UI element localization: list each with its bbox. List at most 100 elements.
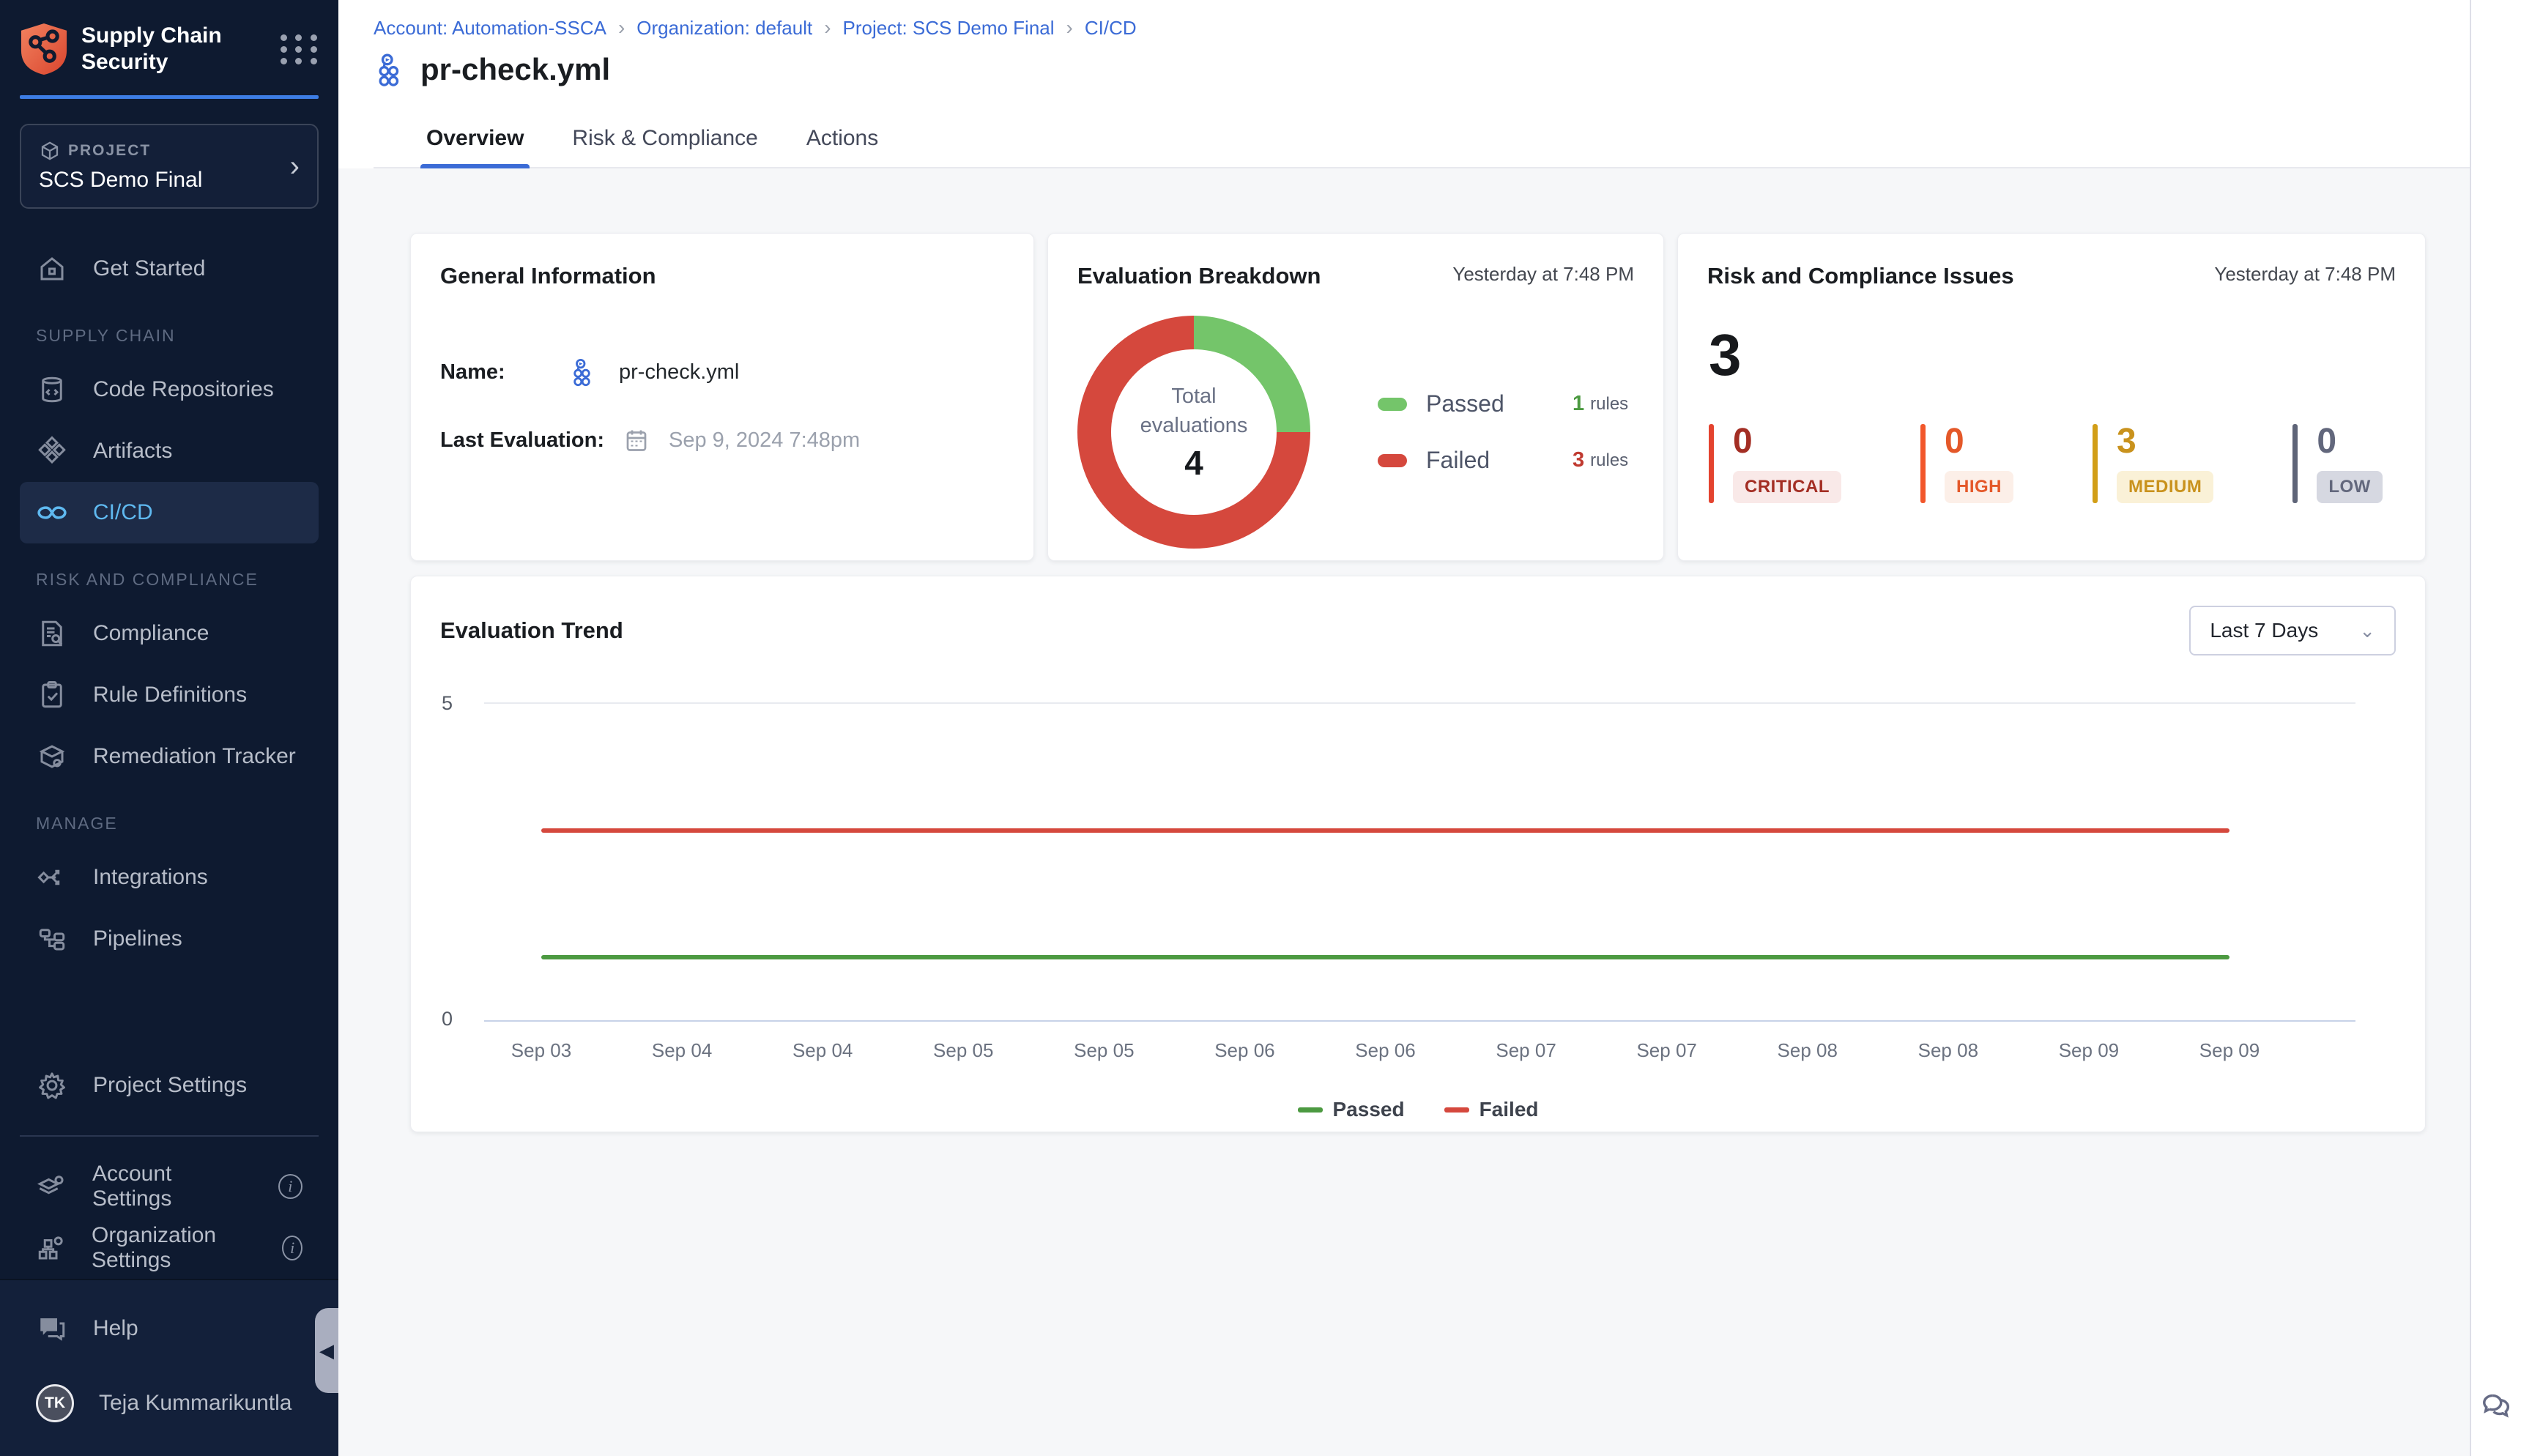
sidebar-item-help[interactable]: ? Help bbox=[20, 1298, 319, 1359]
sidebar-item-label: CI/CD bbox=[93, 500, 153, 525]
app-title: Supply Chain Security bbox=[81, 23, 279, 75]
x-axis-tick: Sep 07 bbox=[1636, 1039, 1696, 1062]
sidebar-collapse-handle[interactable]: ◀ bbox=[315, 1308, 338, 1393]
legend-unit: rules bbox=[1590, 450, 1628, 471]
breadcrumb-account[interactable]: Account: Automation-SSCA bbox=[374, 17, 606, 40]
name-value: pr-check.yml bbox=[619, 360, 739, 385]
chevron-down-icon: ⌄ bbox=[2359, 620, 2375, 642]
overview-content: General Information Name: pr-check.yml bbox=[338, 168, 2470, 1132]
sidebar-divider bbox=[20, 1135, 319, 1137]
support-chat-icon[interactable] bbox=[2480, 1389, 2514, 1422]
card-title: Evaluation Trend bbox=[440, 617, 623, 644]
sidebar-item-rule-definitions[interactable]: Rule Definitions bbox=[20, 664, 319, 726]
sidebar-item-compliance[interactable]: Compliance bbox=[20, 603, 319, 664]
failed-trend-line bbox=[541, 828, 2229, 833]
sidebar-item-account-settings[interactable]: Account Settings i bbox=[20, 1156, 319, 1217]
y-axis-tick: 0 bbox=[442, 1008, 453, 1030]
sidebar-item-user[interactable]: TK Teja Kummarikuntla bbox=[20, 1373, 319, 1434]
infinity-icon bbox=[36, 502, 68, 524]
x-axis-tick: Sep 09 bbox=[2059, 1039, 2119, 1062]
info-icon[interactable]: i bbox=[282, 1236, 302, 1260]
pipeline-file-icon bbox=[374, 51, 410, 88]
x-axis-tick: Sep 05 bbox=[933, 1039, 993, 1062]
sidebar-item-label: Remediation Tracker bbox=[93, 744, 296, 769]
app-switcher-grid-icon[interactable] bbox=[279, 29, 319, 69]
org-hierarchy-gear-icon bbox=[36, 1233, 67, 1263]
integrations-icon bbox=[36, 862, 68, 893]
sidebar-item-organization-settings[interactable]: Organization Settings i bbox=[20, 1217, 319, 1279]
tab-risk-compliance[interactable]: Risk & Compliance bbox=[566, 116, 763, 167]
severity-critical: 0 CRITICAL bbox=[1709, 424, 1841, 503]
page-title: pr-check.yml bbox=[420, 52, 610, 87]
legend-label: Failed bbox=[1479, 1098, 1539, 1121]
severity-low: 0 LOW bbox=[2292, 424, 2382, 503]
donut-center-label: evaluations bbox=[1140, 411, 1248, 440]
breadcrumb-organization[interactable]: Organization: default bbox=[636, 17, 812, 40]
tab-actions[interactable]: Actions bbox=[801, 116, 884, 167]
chevron-right-icon: › bbox=[618, 16, 625, 40]
layers-gear-icon bbox=[36, 1171, 67, 1202]
code-repository-icon bbox=[36, 374, 68, 405]
card-title: General Information bbox=[440, 263, 656, 289]
legend-count: 3 bbox=[1573, 448, 1584, 472]
sidebar-item-integrations[interactable]: Integrations bbox=[20, 847, 319, 908]
x-axis-tick: Sep 06 bbox=[1214, 1039, 1274, 1062]
severity-bar bbox=[1709, 424, 1714, 503]
card-title: Risk and Compliance Issues bbox=[1707, 263, 2014, 289]
severity-high: 0 HIGH bbox=[1920, 424, 2013, 503]
date-range-select[interactable]: Last 7 Days ⌄ bbox=[2189, 606, 2396, 655]
sidebar-item-label: Help bbox=[93, 1316, 138, 1341]
pipelines-icon bbox=[36, 924, 68, 954]
x-axis-tick: Sep 04 bbox=[792, 1039, 853, 1062]
chevron-right-icon: › bbox=[290, 152, 300, 181]
sidebar: Supply Chain Security PROJECT SCS Demo F… bbox=[0, 0, 338, 1456]
home-icon bbox=[36, 253, 68, 284]
help-chat-icon: ? bbox=[36, 1313, 68, 1344]
sidebar-item-artifacts[interactable]: Artifacts bbox=[20, 420, 319, 482]
x-axis-tick: Sep 06 bbox=[1355, 1039, 1415, 1062]
sidebar-item-pipelines[interactable]: Pipelines bbox=[20, 908, 319, 970]
trend-legend: Passed Failed bbox=[411, 1098, 2425, 1121]
legend-item-passed: Passed bbox=[1298, 1098, 1405, 1121]
sidebar-item-cicd[interactable]: CI/CD bbox=[20, 482, 319, 543]
breadcrumb: Account: Automation-SSCA › Organization:… bbox=[374, 16, 2470, 40]
x-axis-tick: Sep 08 bbox=[1778, 1039, 1838, 1062]
failed-line-swatch-icon bbox=[1444, 1107, 1469, 1113]
sidebar-item-code-repositories[interactable]: Code Repositories bbox=[20, 359, 319, 420]
page-header: Account: Automation-SSCA › Organization:… bbox=[338, 0, 2470, 168]
section-header-risk-compliance: RISK AND COMPLIANCE bbox=[36, 570, 319, 590]
section-header-manage: MANAGE bbox=[36, 814, 319, 833]
pipeline-file-icon bbox=[569, 357, 600, 387]
project-name: SCS Demo Final bbox=[39, 168, 290, 193]
severity-bar bbox=[2093, 424, 2098, 503]
severity-bar bbox=[2292, 424, 2298, 503]
severity-bar bbox=[1920, 424, 1926, 503]
legend-item-passed: Passed 1 rules bbox=[1378, 390, 1634, 417]
passed-swatch-icon bbox=[1378, 398, 1407, 411]
card-timestamp: Yesterday at 7:48 PM bbox=[2214, 263, 2396, 286]
severity-count: 3 bbox=[2117, 424, 2213, 459]
tab-overview[interactable]: Overview bbox=[420, 116, 530, 167]
x-axis-tick: Sep 09 bbox=[2199, 1039, 2260, 1062]
severity-badge: MEDIUM bbox=[2117, 471, 2213, 503]
breadcrumb-project[interactable]: Project: SCS Demo Final bbox=[843, 17, 1055, 40]
sidebar-header: Supply Chain Security bbox=[0, 0, 338, 76]
severity-badge: CRITICAL bbox=[1733, 471, 1841, 503]
legend-unit: rules bbox=[1590, 394, 1628, 415]
name-label: Name: bbox=[440, 360, 550, 385]
x-axis-tick: Sep 03 bbox=[511, 1039, 571, 1062]
sidebar-item-remediation-tracker[interactable]: Remediation Tracker bbox=[20, 726, 319, 787]
breadcrumb-cicd[interactable]: CI/CD bbox=[1085, 17, 1137, 40]
passed-line-swatch-icon bbox=[1298, 1107, 1323, 1113]
donut-legend: Passed 1 rules Failed 3 rules bbox=[1378, 390, 1634, 474]
sidebar-footer: ? Help TK Teja Kummarikuntla bbox=[0, 1279, 338, 1456]
sidebar-item-project-settings[interactable]: Project Settings bbox=[20, 1055, 319, 1116]
trend-line-chart: 5 0 Sep 03Sep 04Sep 04Sep 05Sep 05Sep 06… bbox=[484, 702, 2355, 1022]
last-evaluation-label: Last Evaluation: bbox=[440, 428, 604, 453]
sidebar-item-get-started[interactable]: Get Started bbox=[20, 238, 319, 300]
sidebar-item-label: Account Settings bbox=[92, 1162, 253, 1211]
info-icon[interactable]: i bbox=[278, 1174, 302, 1199]
sidebar-accent-divider bbox=[20, 95, 319, 99]
user-avatar: TK bbox=[36, 1384, 74, 1422]
project-selector[interactable]: PROJECT SCS Demo Final › bbox=[20, 124, 319, 209]
